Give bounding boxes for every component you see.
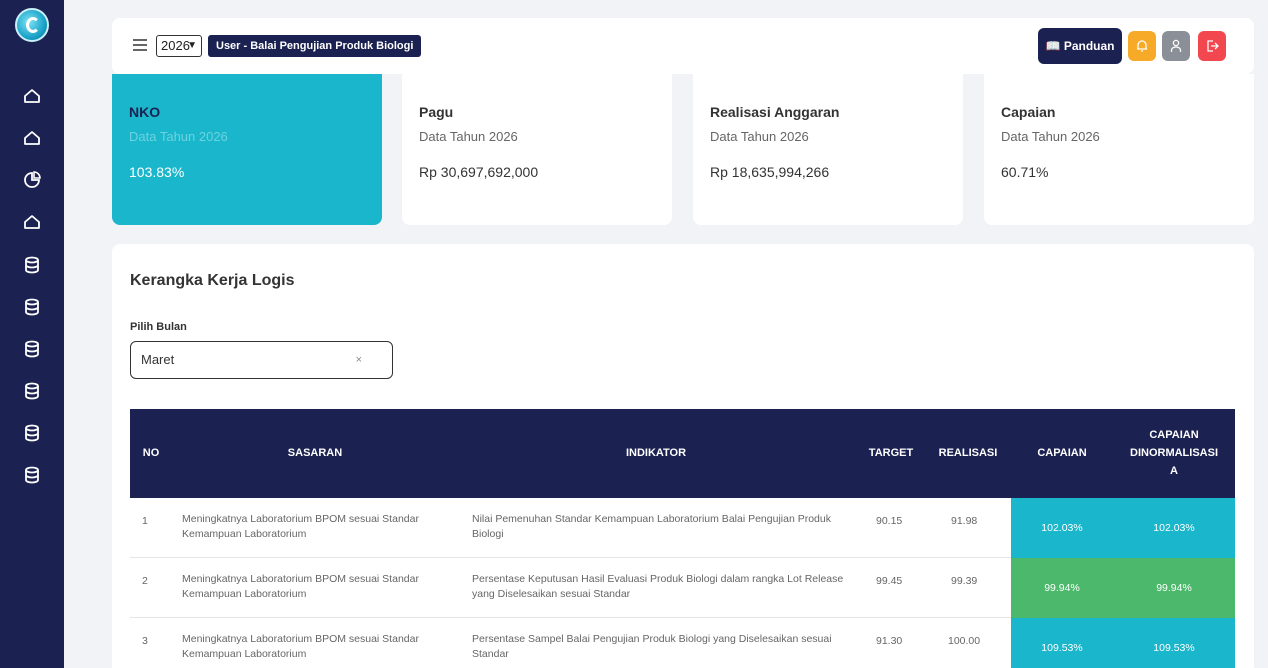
cell-indikator-line1: Nilai Pemenuhan Standar Kemampuan Labora… bbox=[472, 513, 831, 525]
sidebar bbox=[0, 0, 64, 668]
notification-button[interactable] bbox=[1128, 31, 1156, 61]
card-subtitle: Data Tahun 2026 bbox=[1001, 129, 1100, 144]
cell-capaian: 109.53% bbox=[1011, 618, 1113, 668]
cell-capaian-norm: 109.53% bbox=[1113, 618, 1235, 668]
cell-capaian-norm: 99.94% bbox=[1113, 558, 1235, 618]
cell-sasaran-line2: Kemampuan Laboratorium bbox=[182, 648, 307, 660]
database-icon[interactable] bbox=[22, 381, 42, 401]
menu-icon[interactable] bbox=[132, 37, 148, 53]
cell-indikator-line1: Persentase Sampel Balai Pengujian Produk… bbox=[472, 633, 832, 645]
card-title: Capaian bbox=[1001, 104, 1056, 120]
home-icon[interactable] bbox=[22, 128, 42, 148]
database-icon[interactable] bbox=[22, 255, 42, 275]
card-value: Rp 18,635,994,266 bbox=[710, 164, 830, 180]
cell-no: 3 bbox=[142, 635, 148, 647]
cell-target: 90.15 bbox=[876, 515, 903, 527]
panel-title: Kerangka Kerja Logis bbox=[130, 272, 295, 289]
card-subtitle: Data Tahun 2026 bbox=[129, 129, 228, 144]
card-nko[interactable]: NKO Data Tahun 2026 103.83% bbox=[112, 74, 382, 225]
card-capaian[interactable]: Capaian Data Tahun 2026 60.71% bbox=[984, 74, 1254, 225]
cell-indikator-line2: Standar bbox=[472, 648, 509, 660]
card-title: NKO bbox=[129, 104, 161, 120]
user-badge: User - Balai Pengujian Produk Biologi bbox=[208, 35, 422, 57]
cell-capaian-norm: 102.03% bbox=[1113, 498, 1235, 558]
pie-chart-icon[interactable] bbox=[22, 170, 42, 190]
card-title: Pagu bbox=[419, 104, 454, 120]
cell-realisasi: 100.00 bbox=[948, 635, 981, 647]
app-logo[interactable] bbox=[15, 8, 49, 42]
cell-capaian: 99.94% bbox=[1011, 558, 1113, 618]
cell-sasaran-line1: Meningkatnya Laboratorium BPOM sesuai St… bbox=[182, 633, 419, 645]
month-select[interactable]: Maret × bbox=[130, 341, 393, 379]
header-capaian-norm-line1: CAPAIAN bbox=[1149, 429, 1199, 441]
database-icon[interactable] bbox=[22, 423, 42, 443]
card-subtitle: Data Tahun 2026 bbox=[710, 129, 809, 144]
month-label: Pilih Bulan bbox=[130, 321, 187, 333]
card-realisasi[interactable]: Realisasi Anggaran Data Tahun 2026 Rp 18… bbox=[693, 74, 963, 225]
header-target: TARGET bbox=[868, 447, 914, 459]
bell-icon bbox=[1137, 40, 1147, 52]
home-icon[interactable] bbox=[22, 212, 42, 232]
panduan-button[interactable]: 📖 Panduan bbox=[1038, 28, 1122, 64]
year-value: 2026 bbox=[161, 38, 190, 53]
clear-icon[interactable]: × bbox=[356, 342, 362, 378]
logo-mark bbox=[26, 17, 40, 33]
header-realisasi: REALISASI bbox=[938, 447, 998, 459]
card-subtitle: Data Tahun 2026 bbox=[419, 129, 518, 144]
cell-realisasi: 99.39 bbox=[951, 575, 978, 587]
database-icon[interactable] bbox=[22, 297, 42, 317]
cell-capaian: 102.03% bbox=[1011, 498, 1113, 558]
cell-no: 1 bbox=[142, 515, 148, 527]
header-capaian-norm-line3: A bbox=[1170, 465, 1178, 477]
top-bar: 2026 ▼ User - Balai Pengujian Produk Bio… bbox=[112, 18, 1254, 74]
card-value: 60.71% bbox=[1001, 164, 1049, 180]
cell-indikator-line2: yang Diselesaikan sesuai Standar bbox=[472, 588, 631, 600]
cell-sasaran-line1: Meningkatnya Laboratorium BPOM sesuai St… bbox=[182, 513, 419, 525]
cell-target: 91.30 bbox=[876, 635, 903, 647]
header-sasaran: SASARAN bbox=[287, 447, 343, 459]
cell-no: 2 bbox=[142, 575, 148, 587]
logout-icon bbox=[1207, 40, 1219, 52]
cell-realisasi: 91.98 bbox=[951, 515, 978, 527]
database-icon[interactable] bbox=[22, 465, 42, 485]
book-icon: 📖 bbox=[1045, 39, 1061, 53]
table-row[interactable]: 2 Meningkatnya Laboratorium BPOM sesuai … bbox=[130, 558, 1235, 618]
table-row[interactable]: 1 Meningkatnya Laboratorium BPOM sesuai … bbox=[130, 498, 1235, 558]
cell-sasaran-line2: Kemampuan Laboratorium bbox=[182, 528, 307, 540]
logout-button[interactable] bbox=[1198, 31, 1226, 61]
database-icon[interactable] bbox=[22, 339, 42, 359]
cell-target: 99.45 bbox=[876, 575, 903, 587]
card-value: 103.83% bbox=[129, 164, 185, 180]
table-header: NO SASARAN INDIKATOR TARGET REALISASI CA… bbox=[130, 409, 1235, 498]
cell-sasaran-line1: Meningkatnya Laboratorium BPOM sesuai St… bbox=[182, 573, 419, 585]
profile-button[interactable] bbox=[1162, 31, 1190, 61]
card-value: Rp 30,697,692,000 bbox=[419, 164, 539, 180]
header-no: NO bbox=[142, 447, 160, 459]
kerangka-panel: Kerangka Kerja Logis Pilih Bulan Maret ×… bbox=[112, 244, 1254, 668]
cell-indikator-line2: Biologi bbox=[472, 528, 504, 540]
cell-indikator-line1: Persentase Keputusan Hasil Evaluasi Prod… bbox=[472, 573, 844, 585]
month-value: Maret bbox=[141, 352, 175, 367]
year-select[interactable]: 2026 ▼ bbox=[156, 35, 202, 57]
panduan-label: Panduan bbox=[1063, 39, 1115, 53]
header-capaian: CAPAIAN bbox=[1037, 447, 1087, 459]
home-icon[interactable] bbox=[22, 86, 42, 106]
table-row[interactable]: 3 Meningkatnya Laboratorium BPOM sesuai … bbox=[130, 618, 1235, 668]
header-capaian-norm-line2: DINORMALISASI bbox=[1130, 447, 1218, 459]
chevron-down-icon: ▼ bbox=[187, 40, 197, 51]
cell-sasaran-line2: Kemampuan Laboratorium bbox=[182, 588, 307, 600]
card-pagu[interactable]: Pagu Data Tahun 2026 Rp 30,697,692,000 bbox=[402, 74, 672, 225]
user-icon bbox=[1170, 39, 1182, 52]
card-title: Realisasi Anggaran bbox=[710, 104, 840, 120]
header-indikator: INDIKATOR bbox=[625, 447, 687, 459]
